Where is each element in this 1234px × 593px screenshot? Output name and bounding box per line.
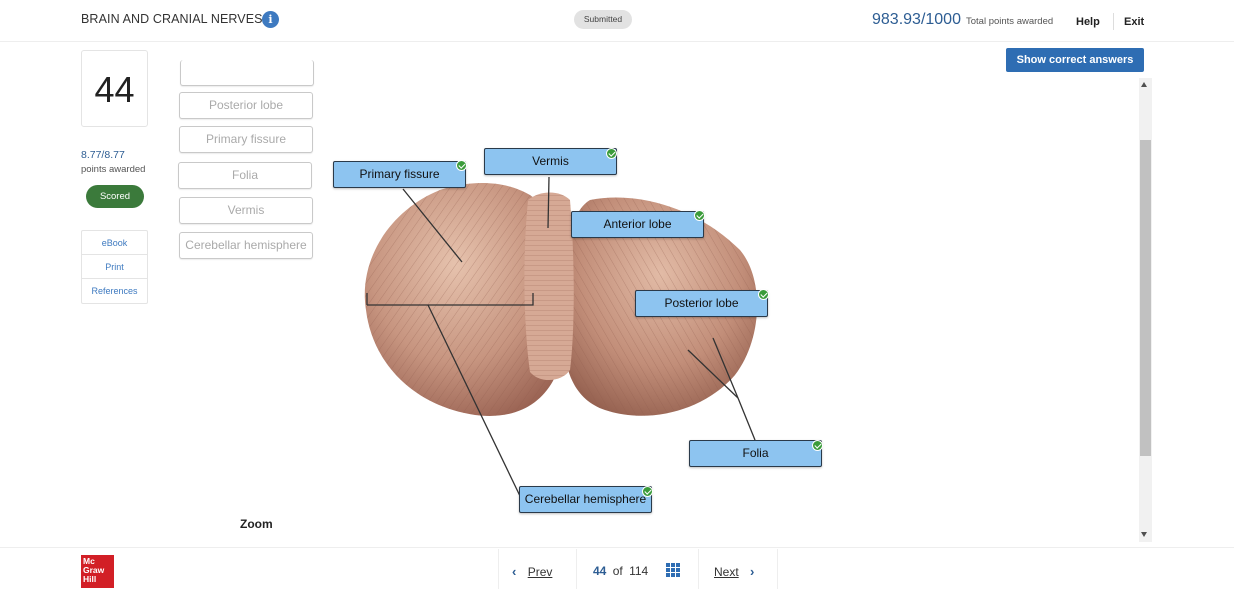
correct-check-icon <box>642 486 653 497</box>
mcgraw-hill-logo: Mc Graw Hill <box>81 555 114 588</box>
label-primary-fissure[interactable]: Primary fissure <box>333 161 466 188</box>
pagination-divider <box>576 549 577 589</box>
correct-check-icon <box>694 210 705 221</box>
grid-icon[interactable] <box>666 563 680 577</box>
next-button[interactable]: Next › <box>714 564 754 579</box>
label-cerebellar-hemisphere[interactable]: Cerebellar hemisphere <box>519 486 652 513</box>
chevron-right-icon: › <box>750 564 755 579</box>
correct-check-icon <box>758 289 769 300</box>
correct-check-icon <box>456 160 467 171</box>
label-posterior-lobe[interactable]: Posterior lobe <box>635 290 768 317</box>
label-folia[interactable]: Folia <box>689 440 822 467</box>
prev-button[interactable]: ‹ Prev <box>512 564 552 579</box>
pagination-divider <box>698 549 699 589</box>
chevron-left-icon: ‹ <box>512 564 517 579</box>
label-anterior-lobe[interactable]: Anterior lobe <box>571 211 704 238</box>
correct-check-icon <box>606 148 617 159</box>
page-indicator: 44 of 114 <box>593 564 649 578</box>
correct-check-icon <box>812 440 823 451</box>
label-vermis[interactable]: Vermis <box>484 148 617 175</box>
zoom-label[interactable]: Zoom <box>240 517 273 531</box>
